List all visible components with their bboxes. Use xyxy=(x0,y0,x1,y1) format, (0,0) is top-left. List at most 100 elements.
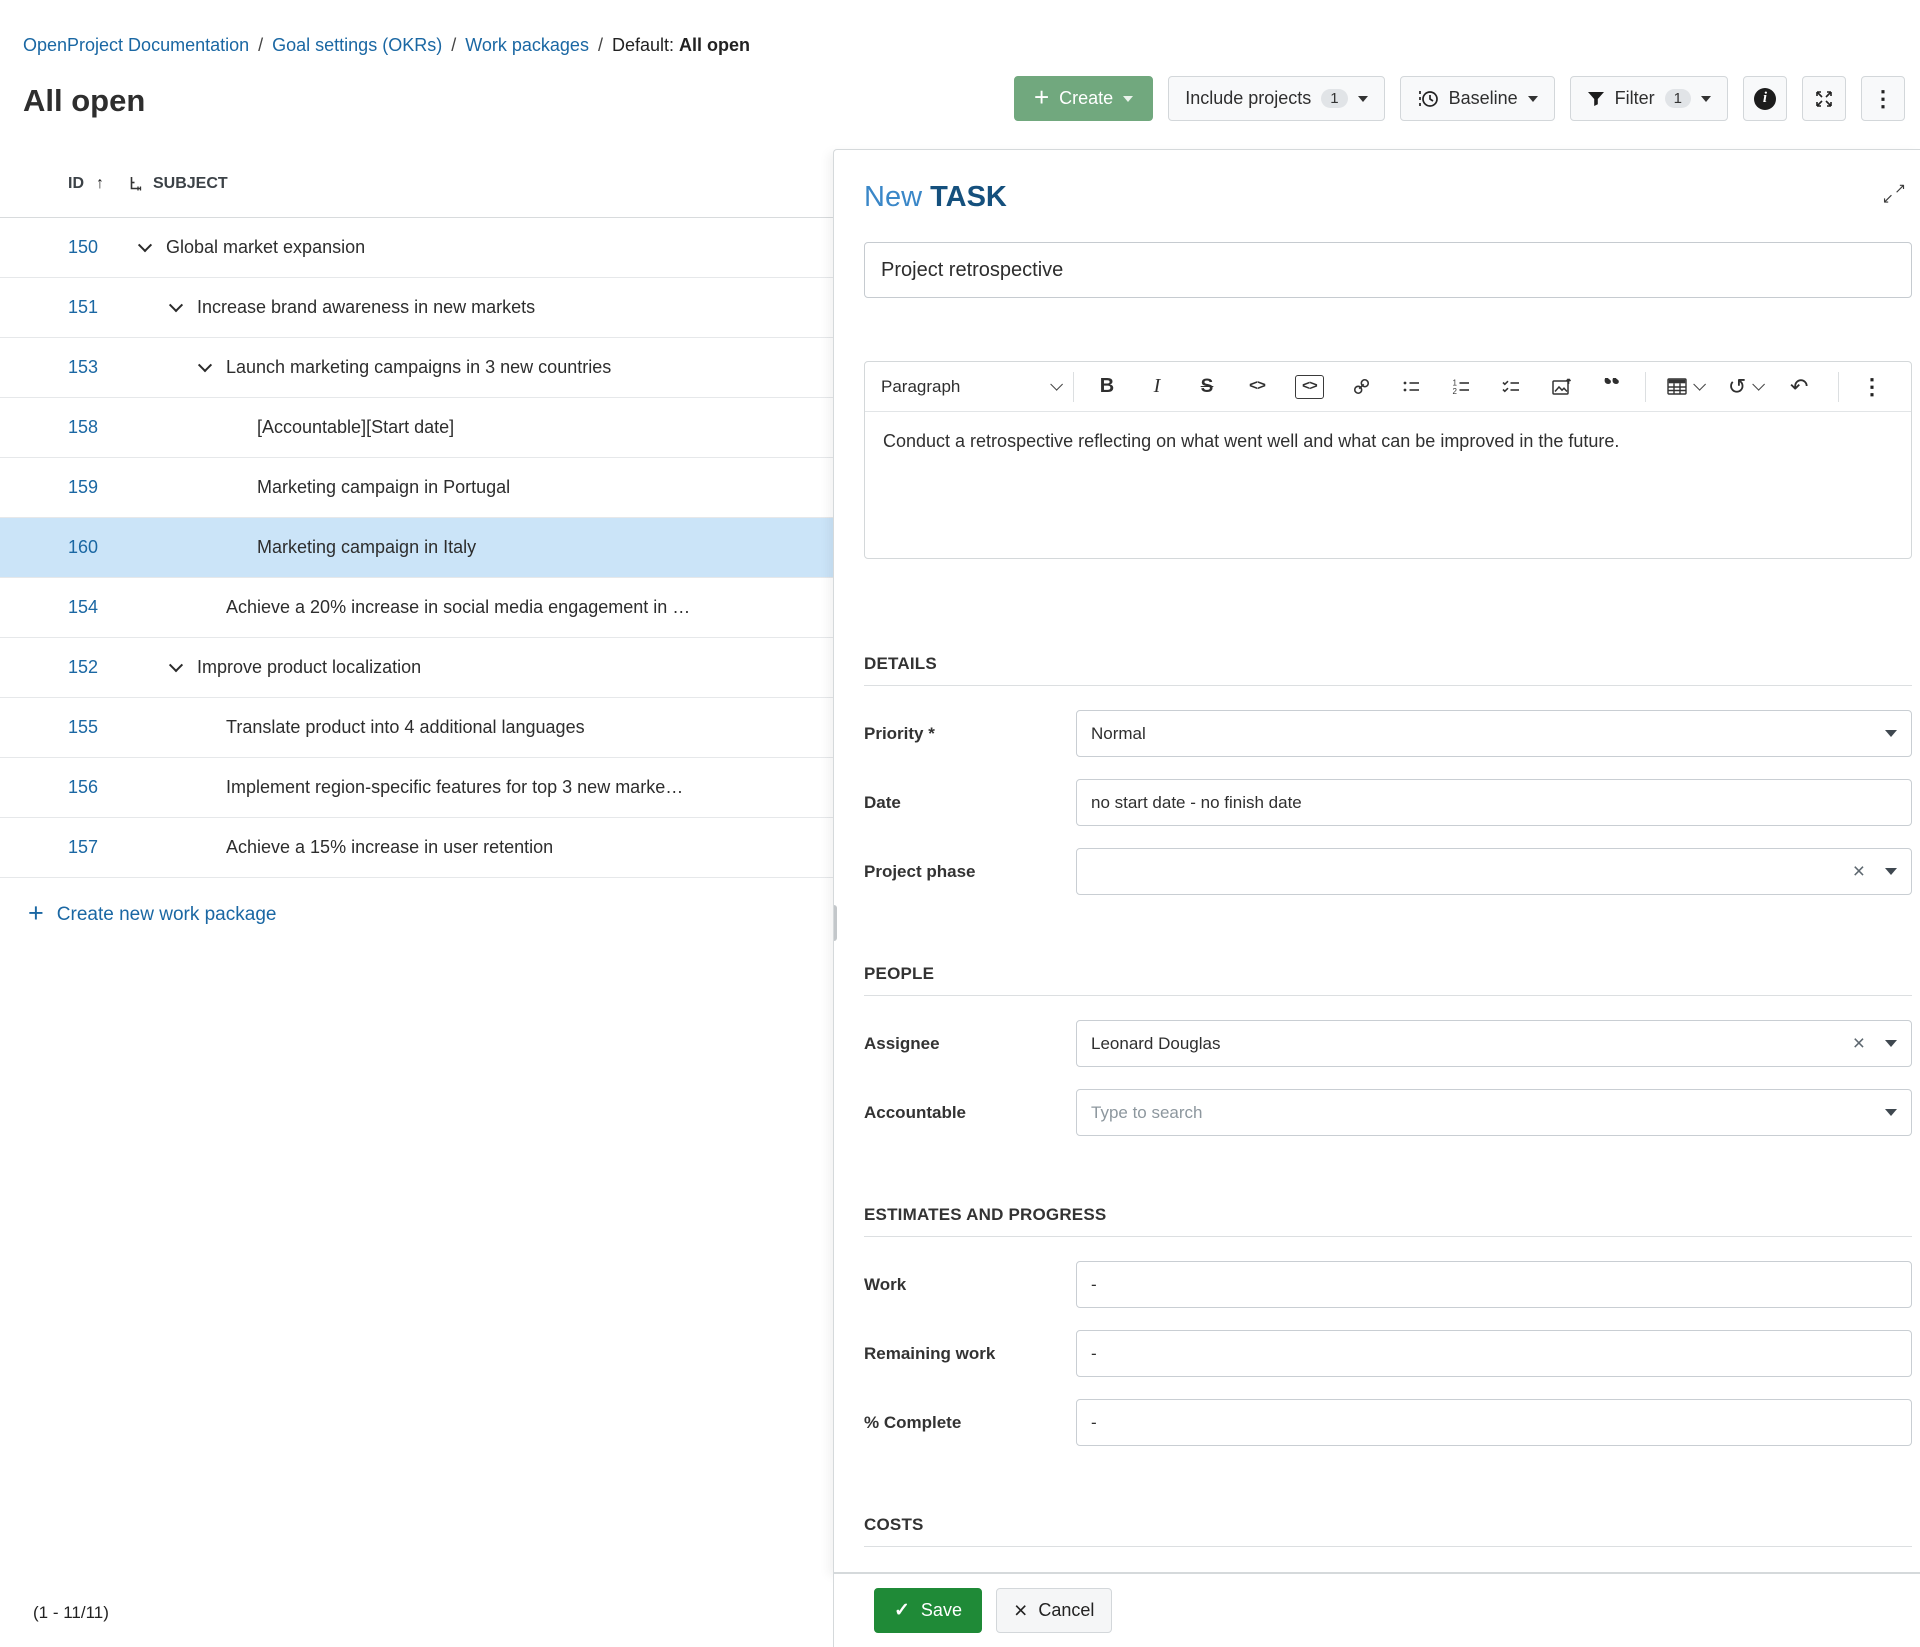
editor-toolbar: Paragraph B I S <> <> 1 xyxy=(865,362,1911,412)
work-package-id-link[interactable]: 150 xyxy=(0,237,126,258)
breadcrumb-link-goal-settings[interactable]: Goal settings (OKRs) xyxy=(272,35,442,56)
description-editor: Paragraph B I S <> <> 1 xyxy=(864,361,1912,559)
work-package-id-link[interactable]: 152 xyxy=(0,657,126,678)
work-package-subject[interactable]: [Accountable][Start date] xyxy=(257,417,454,437)
chevron-down-icon xyxy=(1528,96,1538,102)
breadcrumb-separator: / xyxy=(598,35,603,56)
work-package-subject[interactable]: Marketing campaign in Italy xyxy=(257,537,476,557)
work-package-id-link[interactable]: 159 xyxy=(0,477,126,498)
field-date: Date no start date - no finish date xyxy=(864,779,1912,826)
include-projects-button[interactable]: Include projects 1 xyxy=(1168,76,1384,121)
chevron-down-icon[interactable] xyxy=(200,357,216,378)
work-package-subject[interactable]: Increase brand awareness in new markets xyxy=(197,297,535,317)
work-package-subject[interactable]: Global market expansion xyxy=(166,237,365,257)
breadcrumb-link-work-packages[interactable]: Work packages xyxy=(465,35,589,56)
baseline-clock-icon xyxy=(1417,88,1439,110)
clear-icon[interactable]: × xyxy=(1853,1033,1865,1054)
more-menu-button[interactable]: ⋮ xyxy=(1861,76,1905,121)
work-package-id-link[interactable]: 160 xyxy=(0,537,126,558)
save-button[interactable]: ✓ Save xyxy=(874,1588,982,1633)
link-icon[interactable] xyxy=(1350,377,1374,396)
new-task-panel: New TASK ↗↙ Paragraph B I S <> <> xyxy=(833,149,1920,1573)
work-package-subject[interactable]: Marketing campaign in Portugal xyxy=(257,477,510,497)
clear-icon[interactable]: × xyxy=(1853,861,1865,882)
column-header-id[interactable]: ID ↑ xyxy=(0,175,126,193)
bold-icon[interactable]: B xyxy=(1095,375,1119,398)
work-package-type-button[interactable]: TASK xyxy=(930,181,1007,213)
chevron-down-icon xyxy=(1123,96,1133,102)
chevron-down-icon xyxy=(1693,378,1706,391)
svg-text:2: 2 xyxy=(1453,387,1458,396)
numbered-list-icon[interactable]: 1 2 xyxy=(1450,377,1474,396)
column-header-subject[interactable]: SUBJECT xyxy=(126,175,228,193)
work-package-id-link[interactable]: 158 xyxy=(0,417,126,438)
work-package-id-link[interactable]: 154 xyxy=(0,597,126,618)
strikethrough-icon[interactable]: S xyxy=(1195,376,1219,398)
history-dropdown[interactable]: ↺ xyxy=(1728,376,1761,398)
percent-complete-field[interactable]: - xyxy=(1076,1399,1912,1446)
italic-icon[interactable]: I xyxy=(1145,375,1169,398)
include-projects-badge: 1 xyxy=(1321,89,1347,108)
bulleted-list-icon[interactable] xyxy=(1400,377,1424,396)
caret-down-icon xyxy=(1885,730,1897,737)
work-package-id-link[interactable]: 157 xyxy=(0,837,126,858)
cancel-button[interactable]: × Cancel xyxy=(996,1588,1112,1633)
inline-code-icon[interactable]: <> xyxy=(1245,378,1269,395)
undo-icon[interactable]: ↶ xyxy=(1787,376,1811,398)
hierarchy-icon[interactable] xyxy=(128,176,143,191)
field-priority: Priority * Normal xyxy=(864,710,1912,757)
work-package-subject[interactable]: Improve product localization xyxy=(197,657,421,677)
panel-resize-handle[interactable] xyxy=(833,905,837,941)
paragraph-style-dropdown[interactable]: Paragraph xyxy=(881,377,1059,397)
table-header: ID ↑ SUBJECT xyxy=(0,150,833,218)
chevron-down-icon[interactable] xyxy=(140,237,156,258)
info-button[interactable]: i xyxy=(1743,76,1787,121)
table-row: 154 Achieve a 20% increase in social med… xyxy=(0,578,833,638)
date-field[interactable]: no start date - no finish date xyxy=(1076,779,1912,826)
chevron-down-icon[interactable] xyxy=(171,657,187,678)
chevron-down-icon xyxy=(1701,96,1711,102)
work-package-id-link[interactable]: 153 xyxy=(0,357,126,378)
work-package-id-link[interactable]: 151 xyxy=(0,297,126,318)
open-fullscreen-icon[interactable]: ↗↙ xyxy=(1882,181,1906,205)
block-quote-icon[interactable]: “ xyxy=(1600,378,1624,396)
subject-input[interactable] xyxy=(864,242,1912,298)
work-field[interactable]: - xyxy=(1076,1261,1912,1308)
caret-down-icon xyxy=(1885,1109,1897,1116)
editor-more-icon[interactable]: ⋮ xyxy=(1860,374,1884,400)
close-icon: × xyxy=(1014,1599,1027,1622)
work-package-subject[interactable]: Achieve a 15% increase in user retention xyxy=(226,837,553,857)
project-phase-select[interactable]: × xyxy=(1076,848,1912,895)
create-button[interactable]: + Create xyxy=(1014,76,1153,121)
baseline-button[interactable]: Baseline xyxy=(1400,76,1555,121)
work-package-subject[interactable]: Implement region-specific features for t… xyxy=(226,777,683,797)
page-title: All open xyxy=(23,83,145,119)
field-label: Assignee xyxy=(864,1034,1076,1054)
table-row-selected: 160 Marketing campaign in Italy xyxy=(0,518,833,578)
sort-ascending-icon: ↑ xyxy=(96,175,104,193)
chevron-down-icon[interactable] xyxy=(171,297,187,318)
remaining-work-field[interactable]: - xyxy=(1076,1330,1912,1377)
priority-select[interactable]: Normal xyxy=(1076,710,1912,757)
insert-table-dropdown[interactable] xyxy=(1667,378,1702,395)
work-package-id-link[interactable]: 156 xyxy=(0,777,126,798)
insert-image-icon[interactable] xyxy=(1550,377,1574,397)
work-package-id-link[interactable]: 155 xyxy=(0,717,126,738)
accountable-select[interactable]: Type to search xyxy=(1076,1089,1912,1136)
fullscreen-button[interactable] xyxy=(1802,76,1846,121)
field-label: Remaining work xyxy=(864,1344,1076,1364)
filter-button[interactable]: Filter 1 xyxy=(1570,76,1728,121)
field-label: Date xyxy=(864,793,1076,813)
table-row: 151 Increase brand awareness in new mark… xyxy=(0,278,833,338)
breadcrumb-link-project[interactable]: OpenProject Documentation xyxy=(23,35,249,56)
work-package-subject[interactable]: Launch marketing campaigns in 3 new coun… xyxy=(226,357,611,377)
field-label: Accountable xyxy=(864,1103,1076,1123)
section-heading-people: PEOPLE xyxy=(864,964,1912,984)
work-package-subject[interactable]: Translate product into 4 additional lang… xyxy=(226,717,585,737)
description-text[interactable]: Conduct a retrospective reflecting on wh… xyxy=(865,412,1911,558)
todo-list-icon[interactable] xyxy=(1500,377,1524,396)
assignee-select[interactable]: Leonard Douglas × xyxy=(1076,1020,1912,1067)
code-block-icon[interactable]: <> xyxy=(1295,375,1324,399)
work-package-subject[interactable]: Achieve a 20% increase in social media e… xyxy=(226,597,690,617)
create-new-work-package-link[interactable]: + Create new work package xyxy=(28,902,833,927)
